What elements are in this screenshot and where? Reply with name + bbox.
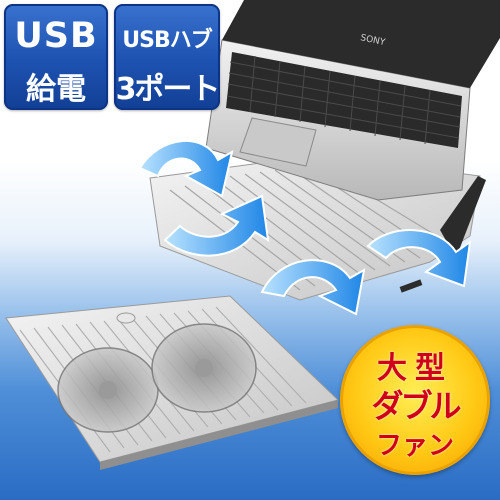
brand-emblem-icon [116,312,136,324]
usb-hub-badge-line2: 3ポート [115,72,221,107]
cooler-pad [5,295,339,470]
fan-hub [99,381,117,399]
product-image: SONY USB 給電 USBハブ 3ポート 大型 ダブル ファン [0,0,500,500]
feature-badge-line2: ダブル [371,387,461,425]
usb-power-badge: USB 給電 [4,4,108,110]
usb-hub-badge: USBハブ 3ポート [114,4,220,110]
feature-badge-line3: ファン [375,431,454,461]
large-double-fan-badge: 大型 ダブル ファン [340,325,490,475]
usb-hub-badge-line1: USBハブ [122,28,212,53]
fan-hub [195,359,213,377]
usb-power-badge-line1: USB [14,16,98,56]
usb-power-badge-line2: 給電 [26,72,86,107]
usb-ports [399,279,423,293]
